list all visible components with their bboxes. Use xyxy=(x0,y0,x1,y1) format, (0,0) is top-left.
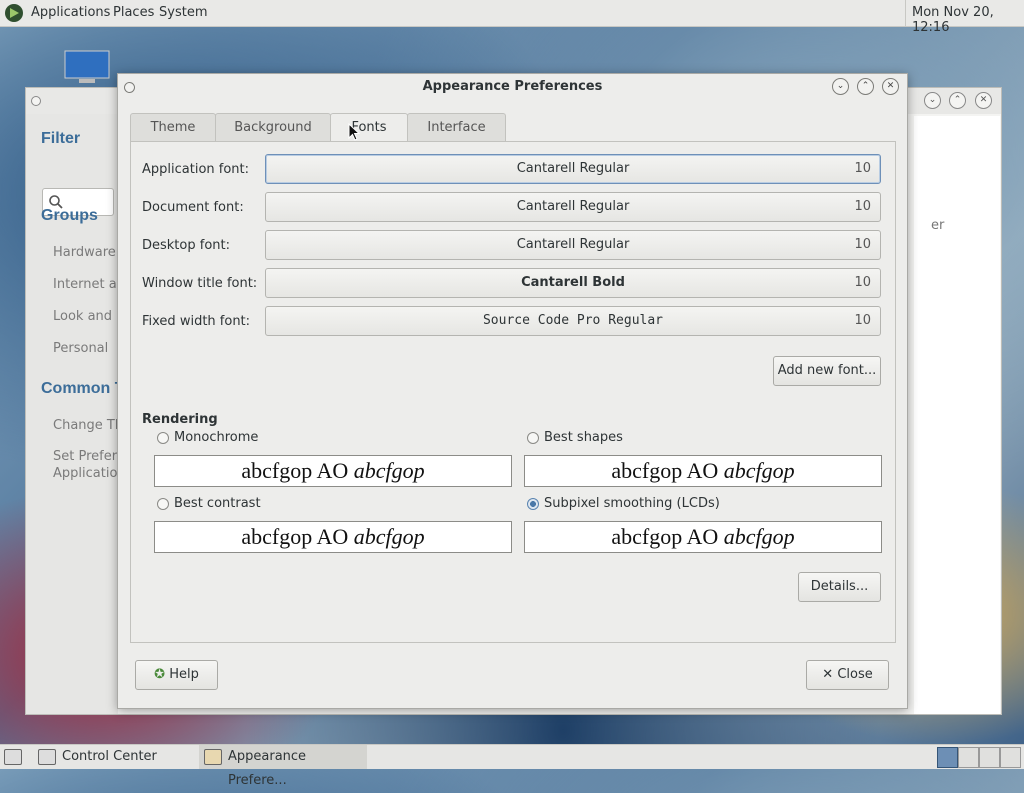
menu-applications[interactable]: Applications xyxy=(31,5,110,20)
monochrome-label[interactable]: Monochrome xyxy=(174,430,258,445)
maximize-icon[interactable]: ⌃ xyxy=(949,92,966,109)
appearance-app-icon xyxy=(204,749,222,765)
best-contrast-radio[interactable] xyxy=(157,498,169,510)
application-font-button[interactable]: Cantarell Regular 10 xyxy=(265,154,881,184)
minimize-icon[interactable]: ⌄ xyxy=(832,78,849,95)
group-internet[interactable]: Internet ar xyxy=(53,277,117,292)
sample-text: abcfgop AO xyxy=(241,458,354,483)
font-name: Cantarell Regular xyxy=(516,161,630,176)
show-desktop-icon[interactable] xyxy=(4,749,22,765)
sample-italic: abcfgop xyxy=(353,458,425,483)
appearance-preferences-dialog: Appearance Preferences ⌄ ⌃ ✕ Theme Backg… xyxy=(117,73,908,709)
group-hardware[interactable]: Hardware xyxy=(53,245,117,260)
minimize-icon[interactable]: ⌄ xyxy=(924,92,941,109)
tab-fonts[interactable]: Fonts xyxy=(330,113,408,143)
tab-theme[interactable]: Theme xyxy=(130,113,216,142)
add-new-font-button[interactable]: Add new font... xyxy=(773,356,881,386)
window-title-font-label: Window title font: xyxy=(142,276,258,291)
desktop-font-button[interactable]: Cantarell Regular 10 xyxy=(265,230,881,260)
sample-italic: abcfgop xyxy=(723,524,795,549)
menu-system[interactable]: System xyxy=(159,5,207,20)
subpixel-smoothing-radio[interactable] xyxy=(527,498,539,510)
font-size: 10 xyxy=(854,275,871,290)
tab-background[interactable]: Background xyxy=(215,113,331,142)
control-center-app-icon xyxy=(38,749,56,765)
workspace-3[interactable] xyxy=(979,747,1000,768)
best-shapes-label[interactable]: Best shapes xyxy=(544,430,623,445)
common-tasks-heading: Common T xyxy=(41,380,118,397)
document-font-label: Document font: xyxy=(142,200,244,215)
task-control-center[interactable]: Control Center xyxy=(33,745,197,769)
menu-places[interactable]: Places xyxy=(113,5,154,20)
common-change-theme[interactable]: Change Th xyxy=(53,418,117,433)
sample-text: abcfgop AO xyxy=(611,524,724,549)
best-shapes-sample[interactable]: abcfgop AO abcfgop xyxy=(524,455,882,487)
application-font-label: Application font: xyxy=(142,162,250,177)
close-icon[interactable]: ✕ xyxy=(975,92,992,109)
close-icon[interactable]: ✕ xyxy=(882,78,899,95)
best-shapes-radio[interactable] xyxy=(527,432,539,444)
tab-interface[interactable]: Interface xyxy=(407,113,506,142)
control-center-content: er xyxy=(914,116,1000,714)
control-center-sidebar: Filter Groups Hardware Internet ar Look … xyxy=(26,114,118,714)
dialog-title: Appearance Preferences xyxy=(422,79,603,94)
help-button[interactable]: ✪ Help xyxy=(135,660,218,690)
distro-logo-icon[interactable] xyxy=(4,3,24,23)
workspace-1[interactable] xyxy=(937,747,958,768)
groups-heading: Groups xyxy=(41,207,98,224)
desktop-font-label: Desktop font: xyxy=(142,238,230,253)
bottom-taskbar: Control Center Appearance Prefere... xyxy=(0,744,1024,788)
mouse-cursor-icon xyxy=(348,123,360,141)
top-panel: Applications Places System Mon Nov 20, 1… xyxy=(0,0,1024,35)
group-look-and-feel[interactable]: Look and F xyxy=(53,309,117,324)
window-menu-icon[interactable] xyxy=(31,96,41,106)
font-size: 10 xyxy=(854,313,871,328)
rendering-heading: Rendering xyxy=(142,412,218,427)
task-label: Appearance Prefere... xyxy=(228,749,307,788)
content-fragment: er xyxy=(931,218,945,233)
best-contrast-sample[interactable]: abcfgop AO abcfgop xyxy=(154,521,512,553)
computer-desktop-icon[interactable] xyxy=(64,50,110,84)
sample-text: abcfgop AO xyxy=(611,458,724,483)
help-icon: ✪ xyxy=(154,667,166,682)
font-size: 10 xyxy=(854,199,871,214)
close-button[interactable]: ✕ Close xyxy=(806,660,889,690)
clock[interactable]: Mon Nov 20, 12:16 xyxy=(912,5,1024,35)
font-name: Cantarell Regular xyxy=(516,199,630,214)
workspace-2[interactable] xyxy=(958,747,979,768)
task-label: Control Center xyxy=(62,749,157,764)
details-button[interactable]: Details... xyxy=(798,572,881,602)
close-icon: ✕ xyxy=(822,667,834,682)
monochrome-sample[interactable]: abcfgop AO abcfgop xyxy=(154,455,512,487)
sample-italic: abcfgop xyxy=(353,524,425,549)
sample-italic: abcfgop xyxy=(723,458,795,483)
font-name: Cantarell Regular xyxy=(516,237,630,252)
common-applications[interactable]: Applicatio xyxy=(53,466,117,481)
help-label: Help xyxy=(169,667,199,682)
fixed-width-font-label: Fixed width font: xyxy=(142,314,251,329)
document-font-button[interactable]: Cantarell Regular 10 xyxy=(265,192,881,222)
sample-text: abcfgop AO xyxy=(241,524,354,549)
subpixel-smoothing-sample[interactable]: abcfgop AO abcfgop xyxy=(524,521,882,553)
window-title-font-button[interactable]: Cantarell Bold 10 xyxy=(265,268,881,298)
task-appearance-preferences[interactable]: Appearance Prefere... xyxy=(199,745,367,788)
close-label: Close xyxy=(837,667,873,682)
panel-separator xyxy=(905,0,906,26)
font-size: 10 xyxy=(854,161,871,176)
font-name: Source Code Pro Regular xyxy=(482,313,663,328)
group-personal[interactable]: Personal xyxy=(53,341,117,356)
workspace-4[interactable] xyxy=(1000,747,1021,768)
subpixel-smoothing-label[interactable]: Subpixel smoothing (LCDs) xyxy=(544,496,720,511)
filter-heading: Filter xyxy=(41,130,81,147)
fixed-width-font-button[interactable]: Source Code Pro Regular 10 xyxy=(265,306,881,336)
maximize-icon[interactable]: ⌃ xyxy=(857,78,874,95)
common-set-preferred[interactable]: Set Prefer xyxy=(53,449,117,464)
best-contrast-label[interactable]: Best contrast xyxy=(174,496,261,511)
monochrome-radio[interactable] xyxy=(157,432,169,444)
font-size: 10 xyxy=(854,237,871,252)
font-name: Cantarell Bold xyxy=(521,275,625,290)
